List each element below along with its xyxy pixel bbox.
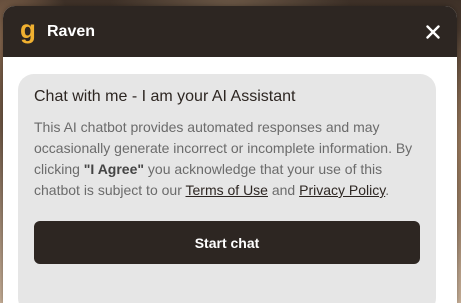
- agree-emphasis: "I Agree": [83, 161, 145, 177]
- consent-card: Chat with me - I am your AI Assistant Th…: [18, 74, 436, 303]
- card-title: Chat with me - I am your AI Assistant: [34, 88, 296, 105]
- start-chat-button[interactable]: Start chat: [34, 221, 420, 264]
- privacy-policy-link[interactable]: Privacy Policy: [299, 182, 385, 198]
- close-icon: [426, 24, 440, 39]
- chat-header: g Raven: [3, 6, 457, 57]
- chat-title: Raven: [47, 22, 96, 40]
- disclaimer-end: .: [385, 182, 390, 198]
- terms-of-use-link[interactable]: Terms of Use: [186, 182, 268, 198]
- chat-widget: g Raven Chat with me - I am your AI Assi…: [3, 6, 457, 303]
- brand-logo-icon: g: [17, 18, 39, 46]
- close-button[interactable]: [421, 20, 445, 44]
- disclaimer-and: and: [267, 182, 300, 198]
- brand-logo-glyph: g: [20, 18, 36, 44]
- disclaimer-text: This AI chatbot provides automated respo…: [34, 117, 420, 201]
